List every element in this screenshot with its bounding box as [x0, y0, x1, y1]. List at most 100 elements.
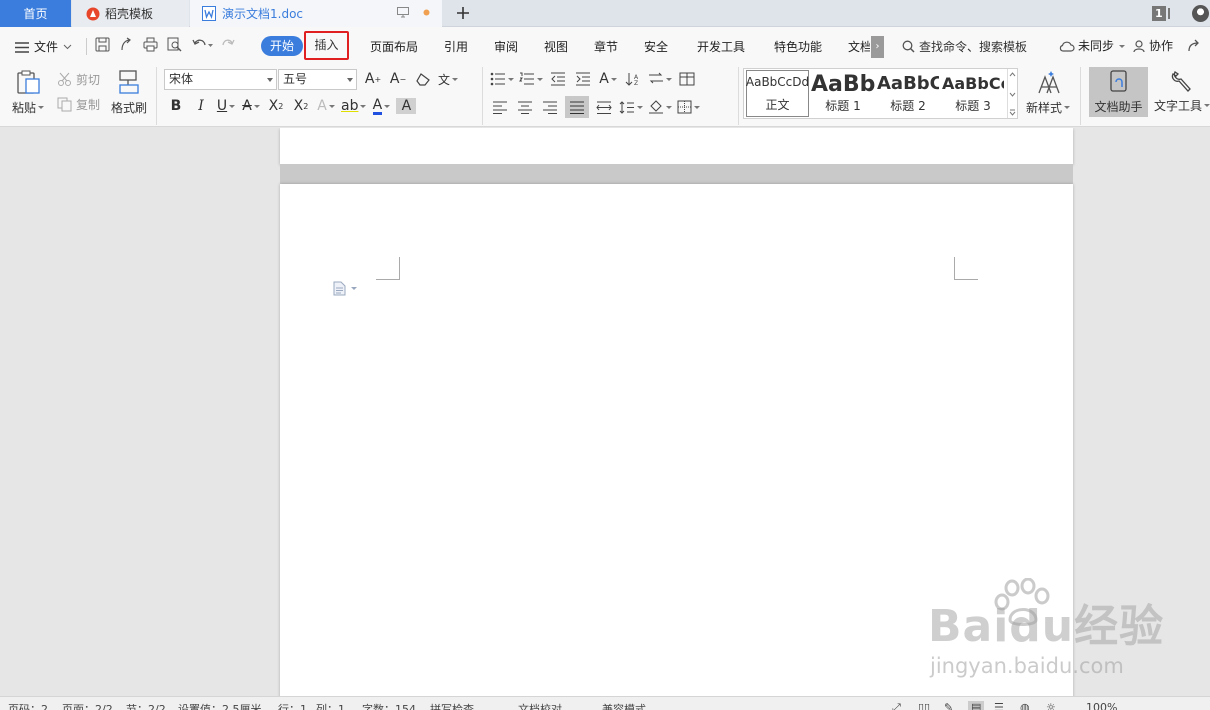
text-effect-icon[interactable]: A [316, 96, 336, 116]
font-color-icon[interactable]: A [371, 96, 391, 116]
styles-gallery-scroll[interactable] [1007, 69, 1017, 118]
window-count: 1 [1155, 7, 1163, 20]
status-page-number[interactable]: 页码：2 [8, 701, 48, 710]
redo-icon[interactable] [222, 37, 236, 52]
divider [156, 67, 157, 125]
status-pages[interactable]: 页面：2/2 [62, 701, 113, 710]
sort-icon[interactable]: AZ [623, 69, 643, 89]
font-name-select[interactable]: 宋体 [164, 69, 277, 90]
page-view-icon[interactable]: ▤ [968, 701, 985, 710]
status-word-count[interactable]: 字数：154 [362, 701, 416, 710]
strikethrough-icon[interactable]: A [241, 96, 261, 116]
monitor-icon[interactable] [397, 7, 409, 18]
italic-icon[interactable]: I [191, 96, 211, 116]
command-search[interactable]: 查找命令、搜索模板 [902, 38, 1027, 55]
line-spacing-icon[interactable] [619, 97, 643, 117]
font-style-tools: B I U A X2 X2 A ab A A [166, 96, 421, 116]
status-proofread[interactable]: 文档校对 [518, 701, 562, 710]
tab-chapter[interactable]: 章节 [594, 39, 618, 55]
fullscreen-icon[interactable]: ⤢ [892, 701, 901, 710]
style-heading2[interactable]: AaBbC 标题 2 [877, 70, 939, 117]
table-layout-icon[interactable] [677, 69, 697, 89]
undo-icon[interactable] [191, 37, 213, 52]
decrease-indent-icon[interactable] [548, 69, 568, 89]
pinyin-guide-icon[interactable]: 文 [438, 69, 459, 89]
tab-references[interactable]: 引用 [444, 39, 468, 55]
tab-start[interactable]: 开始 [261, 36, 303, 56]
new-style-button[interactable]: 新样式 [1026, 69, 1071, 116]
increase-indent-icon[interactable] [573, 69, 593, 89]
bold-icon[interactable]: B [166, 96, 186, 116]
new-tab-plus-icon[interactable] [453, 3, 473, 23]
tab-special-features[interactable]: 特色功能 [774, 39, 822, 55]
eye-protection-icon[interactable]: ☼ [1046, 701, 1056, 710]
numbered-list-icon[interactable] [519, 69, 543, 89]
highlight-icon[interactable]: ab [341, 96, 367, 116]
wrench-icon [1170, 69, 1194, 93]
title-bar: 首页 稻壳模板 演示文档1.doc 1 [0, 0, 1210, 27]
format-painter-button[interactable]: 格式刷 [111, 69, 147, 116]
grow-font-icon[interactable]: A + [363, 69, 383, 89]
style-heading1[interactable]: AaBb 标题 1 [811, 70, 875, 117]
tab-daoke-templates[interactable]: 稻壳模板 [72, 0, 189, 27]
sync-status[interactable]: 未同步 [1059, 38, 1126, 54]
page-1-bottom[interactable] [280, 128, 1073, 164]
distributed-align-icon[interactable] [594, 97, 614, 117]
show-hide-marks-icon[interactable] [648, 69, 672, 89]
tab-insert[interactable]: 插入 [304, 31, 349, 60]
tab-document[interactable]: 演示文档1.doc [190, 0, 442, 27]
tab-page-layout[interactable]: 页面布局 [370, 39, 418, 55]
style-normal[interactable]: AaBbCcDd 正文 [746, 70, 809, 117]
file-menu-label: 文件 [34, 40, 59, 54]
file-menu[interactable]: 文件 [15, 39, 72, 55]
paragraph-layout-icon[interactable] [333, 281, 357, 296]
tab-developer[interactable]: 开发工具 [697, 39, 745, 55]
text-tools-button[interactable]: 文字工具 [1154, 69, 1210, 114]
align-left-icon[interactable] [490, 97, 510, 117]
shading-bucket-icon[interactable] [648, 97, 672, 117]
copy-icon [57, 97, 72, 112]
print-icon[interactable] [143, 37, 158, 52]
status-section[interactable]: 节：2/2 [126, 701, 166, 710]
outline-view-icon[interactable]: ☰ [994, 701, 1004, 710]
status-spell-check[interactable]: 拼写检查 [430, 701, 474, 710]
share-icon[interactable] [1187, 38, 1203, 52]
font-size-select[interactable]: 五号 [278, 69, 357, 90]
collaborate-button[interactable]: 协作 [1133, 38, 1173, 54]
export-pdf-icon[interactable] [119, 37, 134, 52]
subscript-icon[interactable]: X2 [291, 96, 311, 116]
status-col: 列：1 [316, 703, 345, 710]
zoom-level[interactable]: 100% [1086, 701, 1117, 710]
bullet-list-icon[interactable] [490, 69, 514, 89]
tab-security[interactable]: 安全 [644, 39, 668, 55]
tab-home[interactable]: 首页 [0, 0, 71, 27]
window-count-badge[interactable]: 1 [1152, 6, 1172, 21]
chinese-layout-icon[interactable]: A [598, 69, 618, 89]
print-preview-icon[interactable] [167, 37, 182, 52]
doc-assistant-button[interactable]: 文档助手 [1089, 67, 1148, 117]
user-avatar[interactable] [1192, 5, 1209, 22]
justify-icon[interactable] [565, 96, 589, 118]
align-center-icon[interactable] [515, 97, 535, 117]
tab-view[interactable]: 视图 [544, 39, 568, 55]
style-heading3[interactable]: AaBbCc 标题 3 [941, 70, 1005, 117]
align-right-icon[interactable] [540, 97, 560, 117]
underline-icon[interactable]: U [216, 96, 236, 116]
more-tabs-arrow-icon[interactable]: › [871, 36, 884, 58]
cut-button[interactable]: 剪切 [57, 71, 100, 88]
clear-format-eraser-icon[interactable] [413, 69, 433, 89]
paste-button[interactable]: 粘贴 [12, 69, 45, 116]
web-view-icon[interactable]: ◍ [1020, 701, 1030, 710]
shrink-font-icon[interactable]: A − [388, 69, 408, 89]
superscript-icon[interactable]: X2 [266, 96, 286, 116]
tab-document[interactable]: 文档 [848, 39, 870, 55]
pen-icon[interactable]: ✎ [944, 701, 953, 710]
save-icon[interactable] [95, 37, 110, 52]
copy-button[interactable]: 复制 [57, 96, 100, 113]
character-shading-icon[interactable]: A [396, 98, 417, 114]
status-position[interactable]: 设置值：2.5厘米 [178, 701, 262, 710]
tab-review[interactable]: 审阅 [494, 39, 518, 55]
reading-mode-icon[interactable]: ▯▯ [918, 701, 930, 710]
command-search-label: 查找命令、搜索模板 [919, 40, 1028, 54]
borders-icon[interactable] [677, 97, 700, 117]
